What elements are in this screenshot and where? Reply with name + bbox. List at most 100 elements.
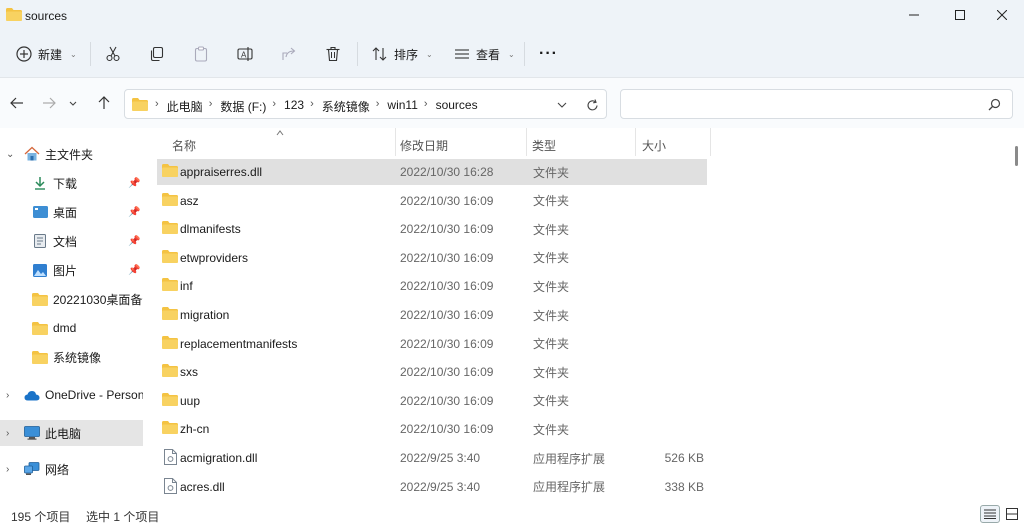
sidebar-item-desktop[interactable]: 桌面 📌 <box>0 199 143 225</box>
file-type: 文件夹 <box>533 251 570 266</box>
sort-button[interactable]: 排序 ⌄ <box>372 43 433 65</box>
pin-icon: 📌 <box>128 235 141 247</box>
more-icon: ··· <box>539 45 558 62</box>
file-name: asz <box>180 193 199 208</box>
more-options-button[interactable]: ··· <box>539 43 558 65</box>
sidebar-item-folder[interactable]: 20221030桌面备份 <box>0 286 143 312</box>
column-header-type[interactable]: 类型 <box>532 128 556 158</box>
back-button[interactable] <box>8 94 26 112</box>
delete-button[interactable] <box>323 44 343 64</box>
sidebar-item-home[interactable]: ⌄ 主文件夹 <box>0 141 143 167</box>
breadcrumb-item[interactable]: 系统镜像 <box>322 98 370 115</box>
search-input[interactable] <box>629 95 979 113</box>
share-button[interactable] <box>279 44 299 64</box>
maximize-button[interactable] <box>938 0 982 30</box>
file-row[interactable]: asz 2022/10/30 16:09 文件夹 <box>157 188 707 214</box>
tiles-view-button[interactable] <box>1002 505 1022 523</box>
sidebar-item-this-pc[interactable]: › 此电脑 <box>0 420 143 446</box>
breadcrumb-item[interactable]: 123 <box>284 98 304 115</box>
cut-button[interactable] <box>103 44 123 64</box>
sort-label: 排序 <box>394 47 419 62</box>
vertical-scrollbar[interactable] <box>1010 128 1024 502</box>
file-name: etwproviders <box>180 250 249 265</box>
chevron-down-icon[interactable]: ⌄ <box>6 149 16 160</box>
item-count: 195 个项目 <box>11 510 71 524</box>
sidebar-item-label: 图片 <box>53 263 78 278</box>
paste-button[interactable] <box>191 44 211 64</box>
chevron-right-icon[interactable]: › <box>6 464 16 475</box>
selection-count: 选中 1 个项目 <box>86 510 160 524</box>
minimize-button[interactable] <box>892 0 936 30</box>
dll-file-icon <box>164 477 180 494</box>
breadcrumb-item[interactable]: win11 <box>387 98 417 115</box>
file-name: migration <box>180 308 230 322</box>
file-row[interactable]: acres.dll 2022/9/25 3:40 应用程序扩展 338 KB <box>157 474 707 500</box>
folder-icon <box>162 364 178 380</box>
forward-button[interactable] <box>40 94 58 112</box>
chevron-down-icon <box>69 101 77 106</box>
file-row[interactable]: uup 2022/10/30 16:09 文件夹 <box>157 388 707 414</box>
file-row[interactable]: replacementmanifests 2022/10/30 16:09 文件夹 <box>157 331 707 357</box>
file-type: 文件夹 <box>533 279 570 294</box>
sort-icon <box>372 47 387 61</box>
sidebar-item-documents[interactable]: 文档 📌 <box>0 228 143 254</box>
sidebar-item-folder[interactable]: dmd <box>0 315 143 341</box>
column-header-name[interactable]: 名称 <box>172 128 196 158</box>
file-row[interactable]: acmigration.dll 2022/9/25 3:40 应用程序扩展 526 K… <box>157 445 707 471</box>
column-divider[interactable] <box>526 128 527 156</box>
chevron-right-icon: › <box>272 98 277 110</box>
refresh-button[interactable] <box>584 97 600 113</box>
folder-icon <box>6 8 22 21</box>
file-name: sxs <box>180 365 198 380</box>
column-divider[interactable] <box>710 128 711 156</box>
up-button[interactable] <box>95 94 113 112</box>
copy-button[interactable] <box>147 44 167 64</box>
maximize-icon <box>955 10 965 20</box>
plus-circle-icon <box>16 46 32 62</box>
cloud-icon <box>24 387 40 403</box>
file-row[interactable]: migration 2022/10/30 16:09 文件夹 <box>157 302 707 328</box>
file-date: 2022/10/30 16:09 <box>400 250 494 265</box>
details-view-button[interactable] <box>980 505 1000 523</box>
column-divider[interactable] <box>395 128 396 156</box>
column-header-date[interactable]: 修改日期 <box>400 128 448 158</box>
address-bar[interactable]: › 此电脑 › 数据 (F:) › 123 › 系统镜像 › win11 › s… <box>124 89 607 119</box>
sidebar-item-network[interactable]: › 网络 <box>0 456 143 482</box>
file-row[interactable]: etwproviders 2022/10/30 16:09 文件夹 <box>157 245 707 271</box>
refresh-icon <box>586 98 598 110</box>
recent-locations-button[interactable] <box>64 94 82 112</box>
file-size: 338 KB <box>664 479 704 494</box>
chevron-right-icon[interactable]: › <box>6 428 16 439</box>
column-header-size[interactable]: 大小 <box>642 128 666 158</box>
sidebar-item-label: OneDrive - Personal <box>45 388 143 402</box>
breadcrumb-item[interactable]: sources <box>436 98 478 115</box>
new-button[interactable]: 新建 ⌄ <box>16 43 77 65</box>
file-row[interactable]: dlmanifests 2022/10/30 16:09 文件夹 <box>157 216 707 242</box>
file-row[interactable]: inf 2022/10/30 16:09 文件夹 <box>157 273 707 299</box>
file-row[interactable]: zh-cn 2022/10/30 16:09 文件夹 <box>157 416 707 442</box>
breadcrumb-item[interactable]: 数据 (F:) <box>220 98 266 115</box>
file-row[interactable]: appraiserres.dll 2022/10/30 16:28 文件夹 <box>157 159 707 185</box>
sidebar-item-onedrive[interactable]: › OneDrive - Personal <box>0 382 143 408</box>
sidebar-item-downloads[interactable]: 下载 📌 <box>0 170 143 196</box>
sidebar-item-folder[interactable]: 系统镜像 <box>0 344 143 370</box>
chevron-right-icon[interactable]: › <box>6 390 16 401</box>
sidebar-item-label: 此电脑 <box>45 426 82 441</box>
folder-icon <box>162 278 178 294</box>
rename-button[interactable]: A <box>235 44 255 64</box>
search-box[interactable] <box>620 89 1013 119</box>
chevron-down-icon <box>557 102 567 108</box>
scrollbar-thumb[interactable] <box>1015 146 1018 166</box>
column-divider[interactable] <box>635 128 636 156</box>
address-dropdown-button[interactable] <box>555 98 569 112</box>
pin-icon: 📌 <box>128 206 141 218</box>
file-row[interactable]: sxs 2022/10/30 16:09 文件夹 <box>157 359 707 385</box>
breadcrumb-item[interactable]: 此电脑 <box>167 98 203 115</box>
file-name: acmigration.dll <box>180 451 258 465</box>
view-button[interactable]: 查看 ⌄ <box>454 43 515 65</box>
pin-icon: 📌 <box>128 177 141 189</box>
sidebar-item-pictures[interactable]: 图片 📌 <box>0 257 143 283</box>
close-button[interactable] <box>980 0 1024 30</box>
details-view-icon <box>984 509 996 519</box>
chevron-right-icon: › <box>310 98 314 110</box>
